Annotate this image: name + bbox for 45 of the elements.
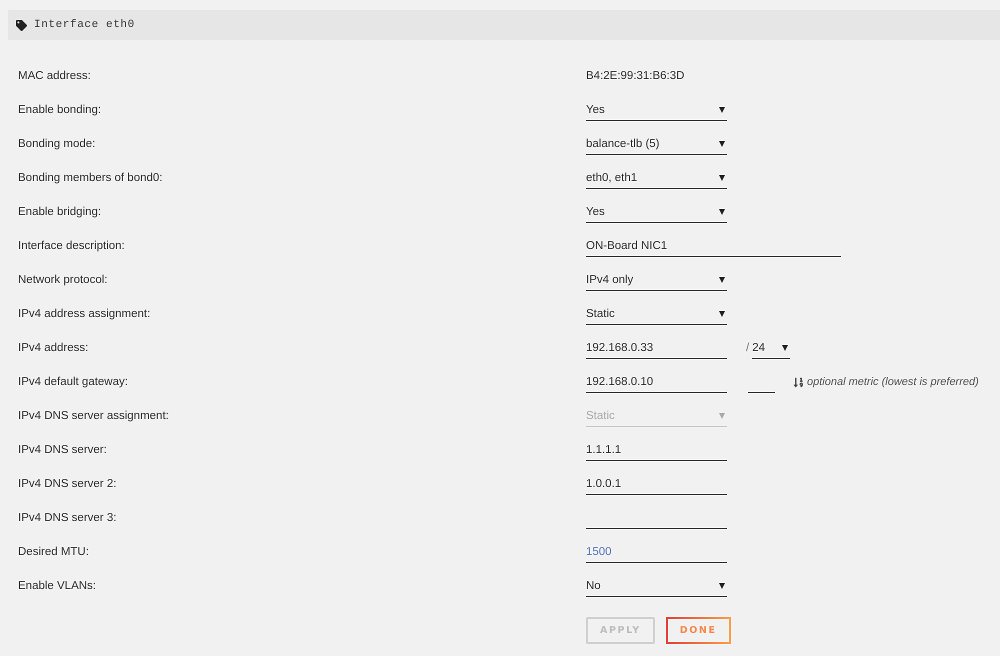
field-label: IPv4 address:: [18, 342, 88, 354]
field-label: MAC address:: [18, 70, 91, 82]
caret-icon: [719, 310, 725, 316]
field-label: Desired MTU:: [18, 546, 89, 558]
select-field[interactable]: Yes: [586, 201, 727, 223]
select-field[interactable]: eth0, eth1: [586, 167, 727, 189]
text-field[interactable]: 192.168.0.33: [586, 337, 727, 359]
caret-icon: [719, 208, 725, 214]
field-label: Network protocol:: [18, 274, 108, 286]
field-label: IPv4 DNS server:: [18, 444, 107, 456]
field-label: IPv4 DNS server assignment:: [18, 410, 169, 422]
select-field[interactable]: No: [586, 575, 727, 597]
text-field[interactable]: 1500: [586, 541, 727, 563]
field-label: Enable bridging:: [18, 206, 102, 218]
select-field[interactable]: Static: [586, 303, 727, 325]
field-label: Enable VLANs:: [18, 580, 96, 592]
field-label: IPv4 DNS server 3:: [18, 512, 116, 524]
select-field[interactable]: 24: [752, 337, 790, 359]
caret-icon: [782, 344, 788, 350]
text-field[interactable]: 1.1.1.1: [586, 439, 727, 461]
field-label: Bonding mode:: [18, 138, 96, 150]
text-field[interactable]: ON-Board NIC1: [586, 235, 841, 257]
caret-icon: [719, 276, 725, 282]
field-label: Interface description:: [18, 240, 125, 252]
panel-title: Interface eth0: [34, 19, 135, 31]
tag-icon: [16, 20, 27, 30]
text-field[interactable]: 1.0.0.1: [586, 473, 727, 495]
caret-icon: [719, 140, 725, 146]
field-value: B4:2E:99:31:B6:3D: [586, 70, 684, 82]
caret-icon: [719, 582, 725, 588]
select-field[interactable]: Yes: [586, 99, 727, 121]
caret-icon: [719, 174, 725, 180]
sort-numeric-icon: [793, 376, 804, 388]
field-label: IPv4 default gateway:: [18, 376, 128, 388]
select-field[interactable]: IPv4 only: [586, 269, 727, 291]
caret-icon: [719, 412, 725, 418]
select-field[interactable]: balance-tlb (5): [586, 133, 727, 155]
separator-text: /: [746, 342, 750, 354]
hint-text: optional metric (lowest is preferred): [807, 376, 979, 388]
text-field[interactable]: 192.168.0.10: [586, 371, 727, 393]
field-label: IPv4 address assignment:: [18, 308, 150, 320]
caret-icon: [719, 106, 725, 112]
field-label: IPv4 DNS server 2:: [18, 478, 116, 490]
field-label: Enable bonding:: [18, 104, 102, 116]
field-label: Bonding members of bond0:: [18, 172, 162, 184]
